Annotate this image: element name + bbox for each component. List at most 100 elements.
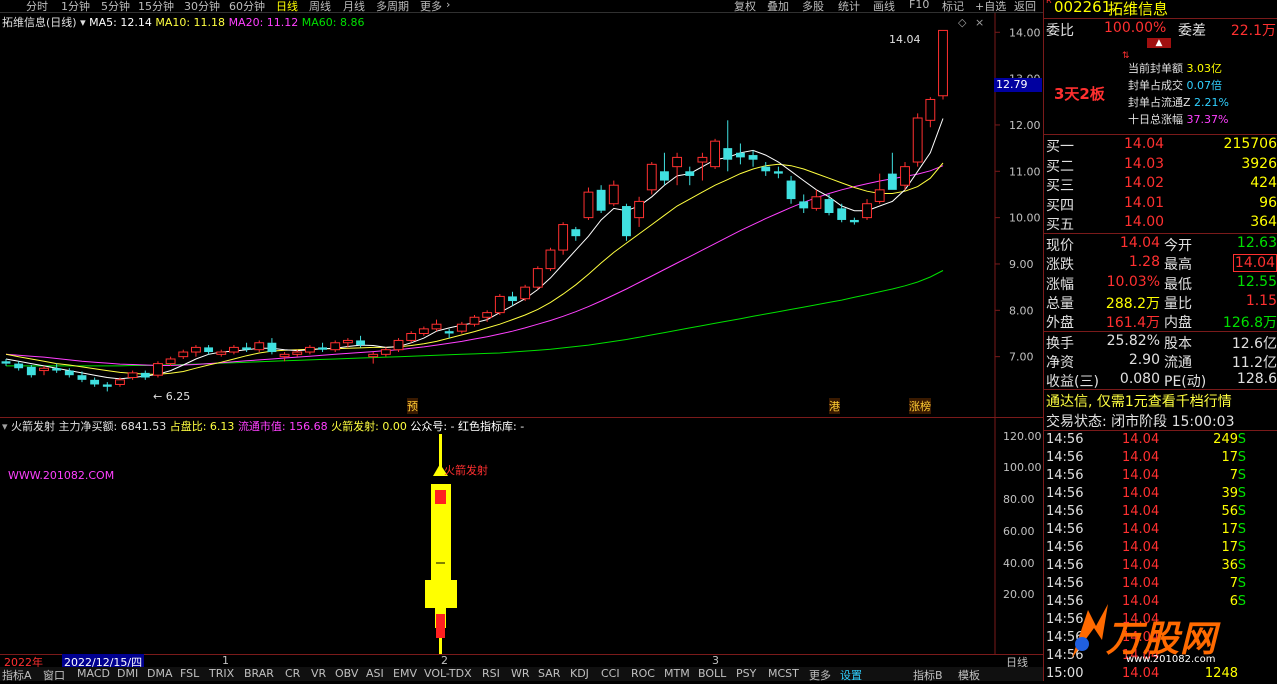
tab-timeframe-15min[interactable]: 15分钟 [138, 0, 174, 14]
tab-dma[interactable]: DMA [147, 667, 173, 680]
quote-label: 最低 [1164, 276, 1192, 293]
tick-time: 14:56 [1046, 540, 1084, 555]
quote-row: 总量 288.2万 量比 1.15 [1044, 293, 1277, 312]
tab-timeframe-weekly[interactable]: 周线 [309, 0, 331, 14]
tab-timeframe-fenshi[interactable]: 分时 [26, 0, 48, 14]
tab-obv[interactable]: OBV [335, 667, 358, 680]
quote-value: 12.63 [1236, 235, 1277, 251]
bid-row[interactable]: 买五 14.00 364 [1044, 214, 1277, 233]
rocket-body [431, 510, 451, 586]
ma20-line [5, 165, 944, 366]
candle [191, 345, 201, 357]
candle [622, 203, 631, 241]
tab-timeframe-monthly[interactable]: 月线 [343, 0, 365, 14]
tick-volume: 17 [1221, 522, 1238, 537]
candle [204, 345, 214, 355]
tab-cci[interactable]: CCI [601, 667, 620, 680]
candle [127, 370, 138, 380]
tick-price: 14.04 [1122, 558, 1160, 573]
overlay-button[interactable]: 叠加 [767, 0, 789, 14]
candle [418, 326, 429, 336]
marker-zhangbang[interactable]: 涨榜 [909, 398, 931, 414]
collapse-up-icon[interactable]: ▲ [1147, 38, 1171, 48]
tick-row: 14:56 14.04 17 S [1044, 450, 1277, 468]
multi-stock-button[interactable]: 多股 [802, 0, 824, 14]
tab-sar[interactable]: SAR [538, 667, 560, 680]
tick-time: 14:56 [1046, 450, 1084, 465]
settings-triangle-icon[interactable]: ▾ [80, 16, 86, 29]
candle [456, 321, 467, 334]
tab-dmi[interactable]: DMI [117, 667, 138, 680]
tab-asi[interactable]: ASI [366, 667, 384, 680]
marker-gang[interactable]: 港 [829, 398, 840, 414]
bid-row[interactable]: 买二 14.03 3926 [1044, 156, 1277, 175]
tick-time: 14:56 [1046, 486, 1084, 501]
tick-volume: 17 [1221, 450, 1238, 465]
tab-cr[interactable]: CR [285, 667, 300, 680]
fund-row: 收益(三) 0.080 PE(动) 128.6 [1044, 371, 1277, 390]
kline-chart-area[interactable]: 14.0013.0012.0011.0010.009.008.007.00 拓维… [0, 13, 1043, 417]
tab-mtm[interactable]: MTM [664, 667, 690, 680]
candle [660, 152, 669, 186]
tick-row: 14:56 14.04 56 S [1044, 504, 1277, 522]
ad-banner[interactable]: 通达信, 仅需1元查看千档行情 [1044, 391, 1277, 410]
ma5-line [5, 118, 944, 380]
candle [837, 203, 847, 223]
indicator-name: 火箭发射 [11, 420, 56, 433]
diamond-icon[interactable]: ◇ [958, 16, 966, 29]
settings-triangle-icon[interactable]: ▾ [2, 420, 8, 433]
add-favorite-button[interactable]: +自选 [975, 0, 1006, 14]
indicator-chart-area[interactable]: ▾ 火箭发射 主力净买额: 6841.53 占盘比: 6.13 流通市值: 15… [0, 417, 1043, 655]
fuquan-button[interactable]: 复权 [734, 0, 756, 14]
bid-price: 14.00 [1124, 214, 1165, 230]
weicha-label: 委差 [1178, 23, 1206, 39]
tab-brar[interactable]: BRAR [244, 667, 274, 680]
tick-time: 14:56 [1046, 468, 1084, 483]
tab-timeframe-5min[interactable]: 5分钟 [101, 0, 130, 14]
bid-row[interactable]: 买一 14.04 215706 [1044, 136, 1277, 155]
fund-label: PE(动) [1164, 374, 1207, 390]
tab-timeframe-daily[interactable]: 日线 [276, 0, 298, 14]
fund-label: 净资 [1046, 355, 1074, 371]
tab-boll[interactable]: BOLL [698, 667, 726, 680]
tick-side: S [1237, 450, 1246, 465]
marker-yu[interactable]: 预 [407, 398, 418, 414]
candle [912, 113, 923, 167]
draw-line-button[interactable]: 画线 [873, 0, 895, 14]
tab-timeframe-30min[interactable]: 30分钟 [184, 0, 220, 14]
tab-timeframe-more[interactable]: 更多 [420, 0, 442, 14]
rocket-label: 火箭发射 [444, 464, 488, 477]
bid-row[interactable]: 买四 14.01 96 [1044, 195, 1277, 214]
tab-emv[interactable]: EMV [393, 667, 417, 680]
tab-mcst[interactable]: MCST [768, 667, 799, 680]
tab-vol-tdx[interactable]: VOL-TDX [424, 667, 472, 680]
tab-macd[interactable]: MACD [77, 667, 110, 680]
tick-side: S [1237, 432, 1246, 447]
tab-fsl[interactable]: FSL [180, 667, 199, 680]
tab-kdj[interactable]: KDJ [570, 667, 589, 680]
mark-button[interactable]: 标记 [942, 0, 964, 14]
chevron-right-icon[interactable]: › [446, 0, 450, 11]
tab-roc[interactable]: ROC [631, 667, 655, 680]
price-axis-label: 12.00 [1009, 119, 1041, 132]
tab-timeframe-multi[interactable]: 多周期 [376, 0, 409, 14]
candle [14, 361, 24, 371]
back-button[interactable]: 返回 [1014, 0, 1036, 14]
bid-volume: 424 [1250, 175, 1277, 191]
stats-button[interactable]: 统计 [838, 0, 860, 14]
tab-rsi[interactable]: RSI [482, 667, 500, 680]
candle [494, 294, 505, 315]
tab-trix[interactable]: TRIX [209, 667, 234, 680]
tab-vr[interactable]: VR [311, 667, 326, 680]
f10-button[interactable]: F10 [909, 0, 929, 11]
close-icon[interactable]: × [975, 16, 984, 29]
tab-timeframe-1min[interactable]: 1分钟 [61, 0, 90, 14]
quote-panel: R 002261 拓维信息 委比 100.00% 委差 22.1万 ▲ ⇅ 3天… [1043, 0, 1277, 681]
tab-wr[interactable]: WR [511, 667, 530, 680]
ma60-value: MA60: 8.86 [301, 16, 365, 29]
watermark-url: WWW.201082.COM [8, 469, 115, 482]
bid-row[interactable]: 买三 14.02 424 [1044, 175, 1277, 194]
tick-volume: 249 [1213, 432, 1238, 447]
tab-psy[interactable]: PSY [736, 667, 756, 680]
tab-timeframe-60min[interactable]: 60分钟 [229, 0, 265, 14]
